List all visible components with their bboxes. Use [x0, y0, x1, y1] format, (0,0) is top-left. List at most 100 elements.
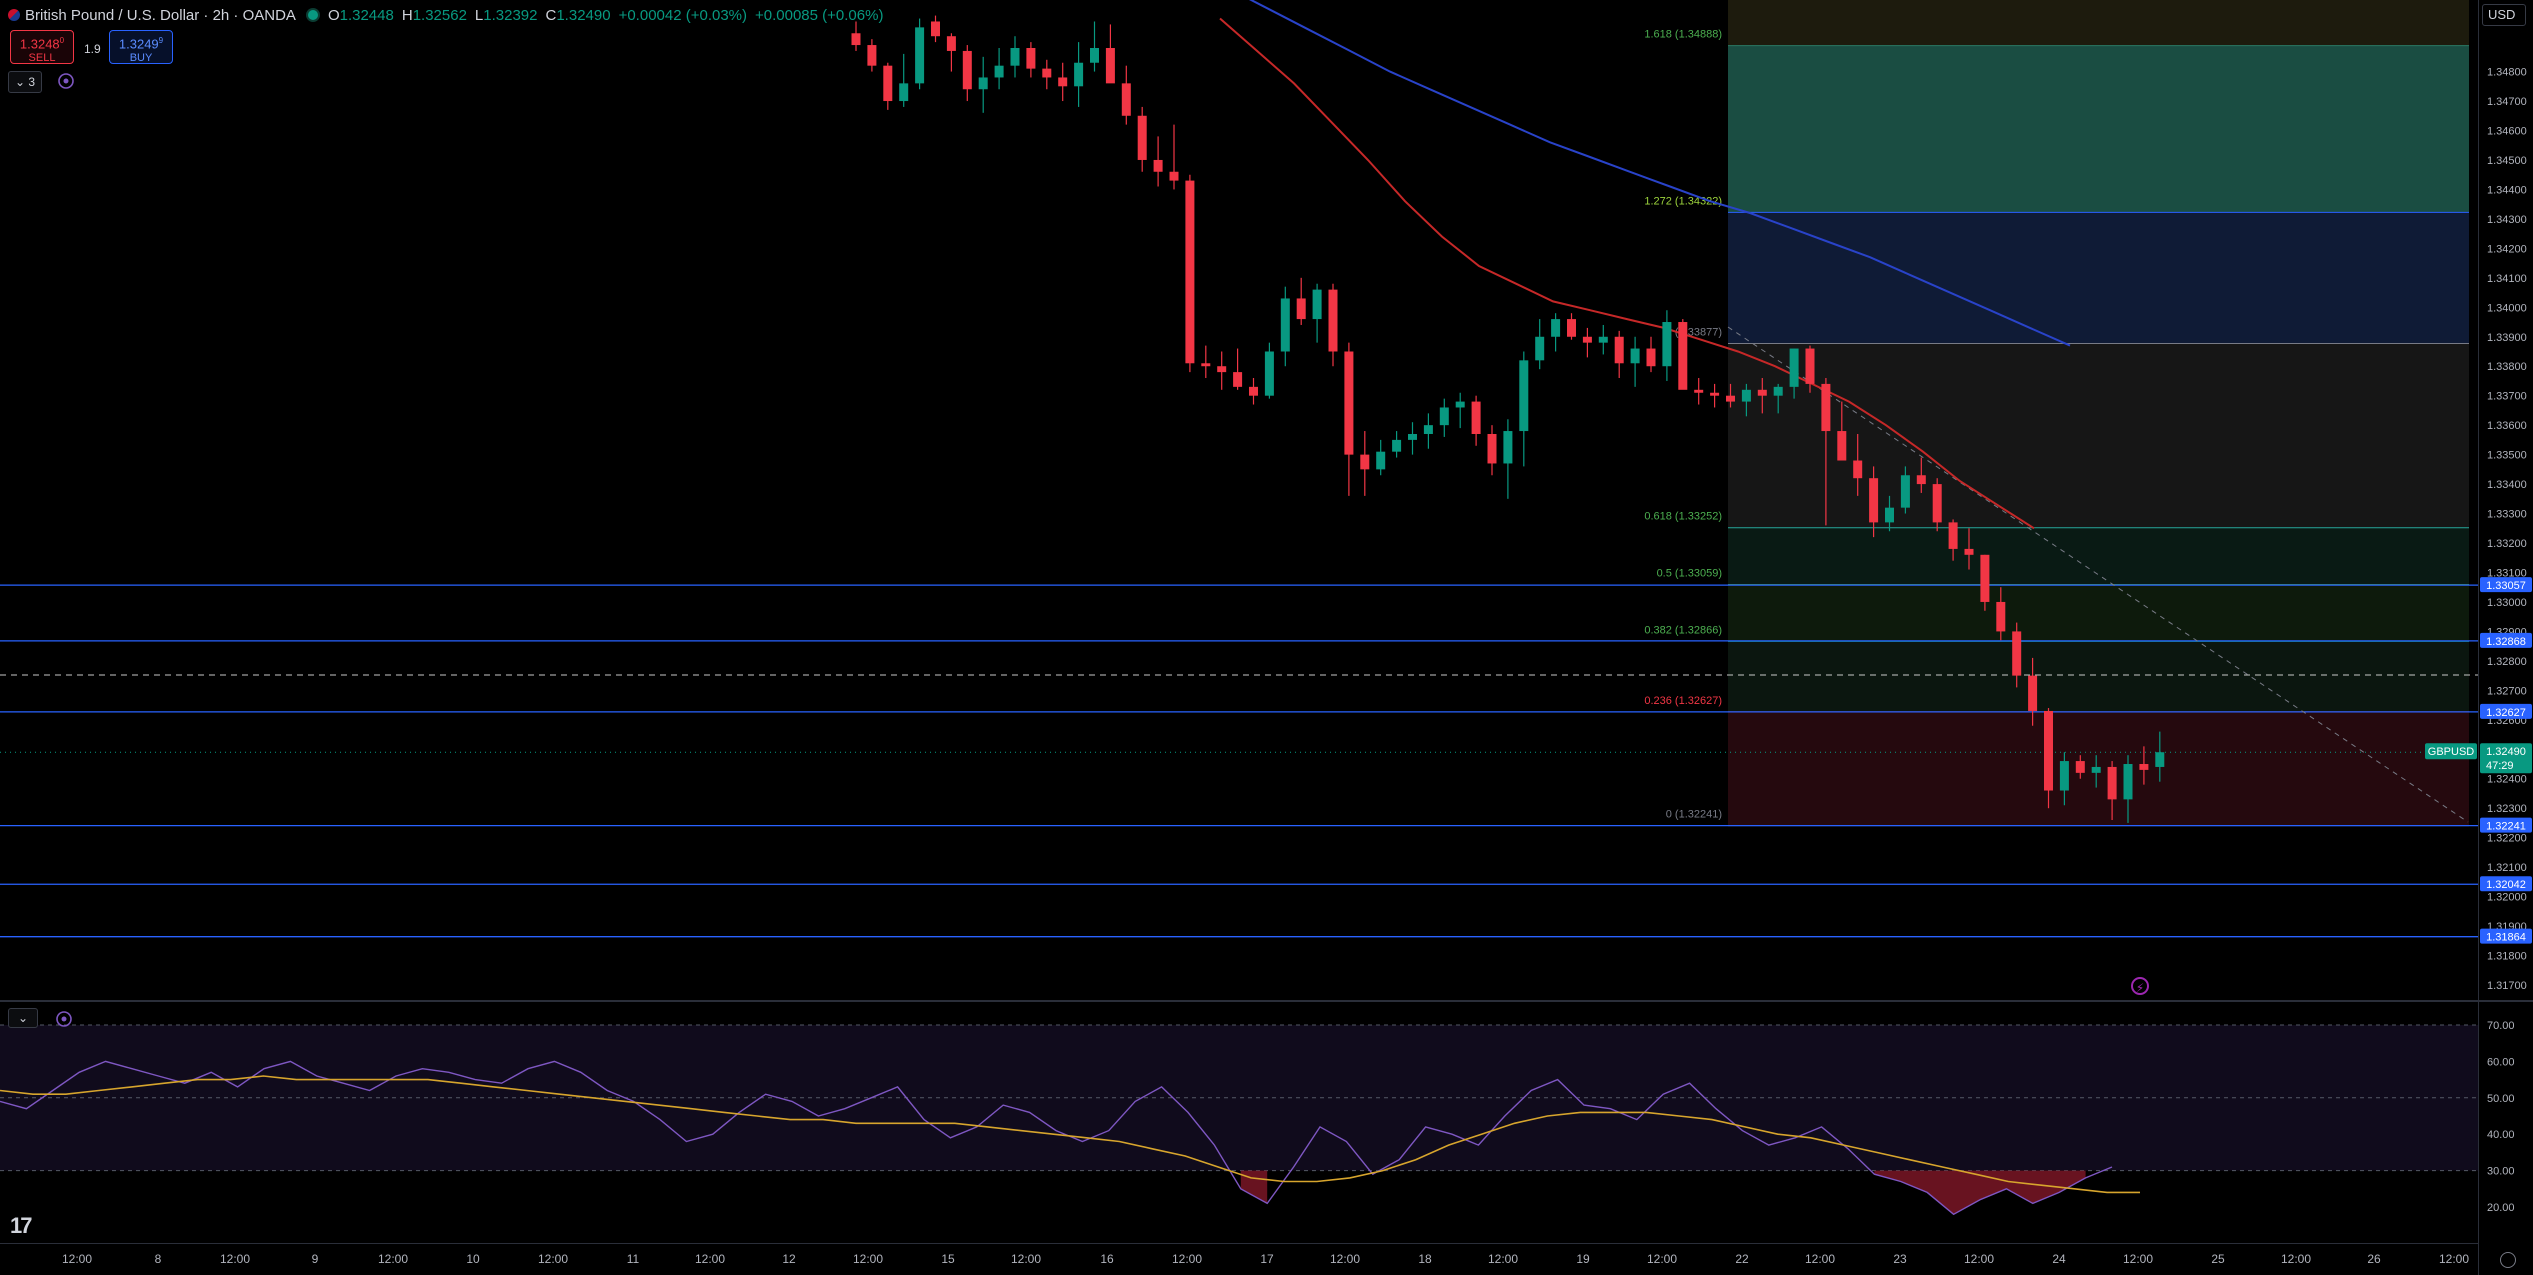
buy-price: 1.3249 — [118, 36, 159, 52]
candle-body — [1757, 389, 1767, 396]
price-tick-label: 1.33600 — [2487, 420, 2527, 432]
price-tick-label: 1.32300 — [2487, 803, 2527, 815]
price-tick-label: 1.34100 — [2487, 273, 2527, 285]
candle-body — [2155, 752, 2165, 767]
time-tick-label: 12:00 — [1647, 1252, 1677, 1266]
candle-body — [1360, 454, 1370, 470]
time-tick-label: 12:00 — [1488, 1252, 1518, 1266]
market-open-icon — [307, 10, 318, 20]
tradingview-logo[interactable]: 17 — [10, 1213, 33, 1239]
candle-body — [1074, 62, 1084, 87]
candle-body — [1853, 460, 1863, 479]
ohlc-low: L1.32392 — [474, 6, 538, 24]
chart-canvas[interactable]: 1.618 (1.34888)1.272 (1.34322)1 (1.33877… — [0, 0, 2533, 1275]
price-tick-label: 1.32200 — [2487, 833, 2527, 845]
candle-body — [1503, 431, 1513, 464]
candle-body — [1932, 484, 1942, 523]
time-tick-label: 8 — [155, 1252, 162, 1266]
candle-body — [962, 50, 972, 90]
price-label: 1.32627 — [2486, 707, 2526, 719]
price-tick-label: 1.34400 — [2487, 184, 2527, 196]
candle-body — [978, 77, 988, 90]
price-tick-label: 1.32700 — [2487, 685, 2527, 697]
current-price-label: 1.32490 — [2486, 746, 2526, 758]
candle-body — [1392, 439, 1402, 452]
fib-label-0-382: 0.382 (1.32866) — [1644, 624, 1722, 636]
candle-body — [1137, 115, 1147, 160]
time-tick-label: 11 — [627, 1252, 640, 1266]
time-tick-label: 18 — [1418, 1252, 1432, 1266]
ohlc-close: C1.32490 — [545, 6, 611, 24]
fib-zone — [1728, 641, 2469, 712]
candle-body — [1694, 389, 1704, 393]
price-axis-border — [2478, 0, 2479, 1275]
price-tick-label: 1.34000 — [2487, 302, 2527, 314]
fib-zone — [1728, 527, 2469, 585]
buy-button[interactable]: 1.32499 BUY — [109, 30, 173, 64]
candle-body — [1280, 298, 1290, 352]
pane-separator[interactable] — [0, 1000, 2533, 1002]
candle-body — [1058, 77, 1068, 87]
candle-body — [1344, 351, 1354, 455]
candle-body — [1090, 48, 1099, 63]
eye-circle-icon[interactable] — [57, 72, 75, 90]
price-label: 1.32042 — [2486, 879, 2526, 891]
time-tick-label: 12:00 — [1805, 1252, 1835, 1266]
time-tick-label: 17 — [1260, 1252, 1274, 1266]
time-tick-label: 9 — [312, 1252, 319, 1266]
price-tick-label: 1.34700 — [2487, 96, 2527, 108]
price-label: 1.32241 — [2486, 821, 2526, 833]
candle-body — [2059, 761, 2069, 791]
spread-value: 1.9 — [84, 42, 101, 56]
ohlc-high: H1.32562 — [401, 6, 467, 24]
candle-body — [994, 65, 1004, 78]
price-tick-label: 1.33800 — [2487, 361, 2527, 373]
fib-zone — [1728, 45, 2469, 213]
candle-body — [851, 33, 861, 46]
candle-body — [883, 65, 893, 102]
candle-body — [1217, 366, 1227, 373]
currency-selector[interactable]: USD — [2482, 4, 2526, 26]
price-label: 1.32868 — [2486, 636, 2526, 648]
candle-body — [1964, 548, 1974, 555]
candle-body — [1869, 478, 1879, 523]
lightning-icon[interactable]: ⚡ — [2131, 977, 2149, 995]
candle-body — [1916, 475, 1926, 485]
candle-body — [1328, 289, 1338, 352]
candle-body — [1821, 383, 1831, 432]
candle-body — [915, 27, 925, 84]
price-tick-label: 1.32800 — [2487, 656, 2527, 668]
buy-label: BUY — [129, 52, 153, 65]
price-tick-label: 1.32000 — [2487, 892, 2527, 904]
price-tick-label: 1.34800 — [2487, 67, 2527, 79]
candle-body — [899, 83, 909, 102]
rsi-visibility-icon[interactable] — [55, 1010, 73, 1028]
candle-body — [1233, 372, 1243, 387]
price-tick-label: 1.33400 — [2487, 479, 2527, 491]
candle-body — [1996, 601, 2006, 632]
time-tick-label: 12:00 — [2439, 1252, 2469, 1266]
candle-body — [1042, 68, 1052, 78]
candle-body — [2091, 766, 2101, 773]
rsi-tick-label: 50.00 — [2487, 1093, 2515, 1105]
price-tick-label: 1.34600 — [2487, 126, 2527, 138]
time-tick-label: 12:00 — [1172, 1252, 1202, 1266]
time-tick-label: 12 — [782, 1252, 796, 1266]
rsi-oversold-fill — [1874, 1170, 2086, 1215]
time-tick-label: 12:00 — [62, 1252, 92, 1266]
gear-icon[interactable] — [2500, 1252, 2516, 1268]
symbol-label: GBPUSD — [2428, 746, 2475, 758]
sell-button[interactable]: 1.32480 SELL — [10, 30, 74, 64]
candle-body — [2075, 761, 2085, 773]
fib-label-1-618: 1.618 (1.34888) — [1644, 29, 1722, 41]
candle-body — [2044, 710, 2053, 791]
sell-label: SELL — [28, 52, 56, 65]
indicators-toggle-button[interactable]: ⌄ 3 — [8, 71, 42, 93]
rsi-collapse-button[interactable]: ⌄ — [8, 1008, 38, 1028]
time-tick-label: 12:00 — [378, 1252, 408, 1266]
symbol-title[interactable]: British Pound / U.S. Dollar · 2h · OANDA — [25, 7, 296, 24]
fib-zone — [1728, 212, 2469, 344]
fib-zone — [1728, 584, 2469, 642]
candle-body — [931, 21, 940, 37]
candle-body — [1105, 48, 1115, 84]
